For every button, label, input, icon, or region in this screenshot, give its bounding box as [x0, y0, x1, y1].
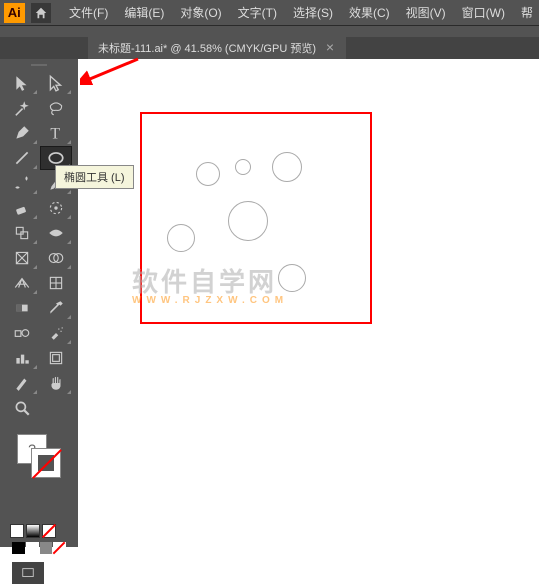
- swatch-none[interactable]: [53, 542, 66, 554]
- blend-tool[interactable]: [6, 321, 38, 345]
- color-mode-gradient[interactable]: [26, 524, 40, 538]
- color-section: ?: [0, 434, 78, 584]
- zoom-tool[interactable]: [6, 396, 38, 420]
- canvas[interactable]: [78, 59, 539, 547]
- rotate-tool[interactable]: [40, 196, 72, 220]
- direct-selection-tool[interactable]: [40, 71, 72, 95]
- stroke-swatch[interactable]: [31, 448, 61, 478]
- scale-tool[interactable]: [6, 221, 38, 245]
- menu-object[interactable]: 对象(O): [174, 2, 227, 23]
- swatch-white[interactable]: [26, 542, 39, 554]
- ellipse-shape[interactable]: [196, 162, 220, 186]
- menu-select[interactable]: 选择(S): [287, 2, 339, 23]
- symbol-sprayer-tool[interactable]: [40, 321, 72, 345]
- selection-tool[interactable]: [6, 71, 38, 95]
- column-graph-tool[interactable]: [6, 346, 38, 370]
- color-mode-solid[interactable]: [10, 524, 24, 538]
- paintbrush-tool[interactable]: [6, 171, 38, 195]
- free-transform-tool[interactable]: [6, 246, 38, 270]
- app-logo: Ai: [4, 3, 25, 23]
- mesh-tool[interactable]: [40, 271, 72, 295]
- eyedropper-tool[interactable]: [40, 296, 72, 320]
- fill-stroke-control[interactable]: ?: [17, 434, 61, 478]
- tab-close-icon[interactable]: ×: [324, 42, 336, 54]
- tab-bar: 未标题-111.ai* @ 41.58% (CMYK/GPU 预览) ×: [0, 37, 539, 59]
- swatch-gray[interactable]: [40, 542, 53, 554]
- shape-builder-tool[interactable]: [40, 246, 72, 270]
- width-tool[interactable]: [40, 221, 72, 245]
- svg-text:T: T: [50, 126, 60, 142]
- lasso-tool[interactable]: [40, 96, 72, 120]
- menu-view[interactable]: 视图(V): [400, 2, 452, 23]
- tool-tooltip: 椭圆工具 (L): [55, 165, 134, 189]
- line-segment-tool[interactable]: [6, 146, 38, 170]
- eraser-tool[interactable]: [6, 196, 38, 220]
- ellipse-shape[interactable]: [272, 152, 302, 182]
- slice-tool[interactable]: [6, 371, 38, 395]
- gradient-tool[interactable]: [6, 296, 38, 320]
- menu-bar: 文件(F) 编辑(E) 对象(O) 文字(T) 选择(S) 效果(C) 视图(V…: [63, 2, 539, 23]
- menu-window[interactable]: 窗口(W): [456, 2, 511, 23]
- menu-file[interactable]: 文件(F): [63, 2, 114, 23]
- type-tool[interactable]: T: [40, 121, 72, 145]
- screen-mode-button[interactable]: [12, 562, 44, 584]
- tab-title: 未标题-111.ai* @ 41.58% (CMYK/GPU 预览): [98, 40, 316, 56]
- menu-help[interactable]: 帮: [515, 2, 539, 23]
- hand-tool[interactable]: [40, 371, 72, 395]
- magic-wand-tool[interactable]: [6, 96, 38, 120]
- home-icon[interactable]: [31, 3, 52, 23]
- ellipse-shape[interactable]: [235, 159, 251, 175]
- ellipse-shape[interactable]: [228, 201, 268, 241]
- empty-tool-slot: [40, 396, 72, 420]
- panel-grip-icon[interactable]: [0, 61, 78, 69]
- ellipse-shape[interactable]: [278, 264, 306, 292]
- artboard-tool[interactable]: [40, 346, 72, 370]
- document-tab[interactable]: 未标题-111.ai* @ 41.58% (CMYK/GPU 预览) ×: [88, 37, 346, 59]
- menu-effect[interactable]: 效果(C): [343, 2, 396, 23]
- pen-tool[interactable]: [6, 121, 38, 145]
- swatch-black[interactable]: [12, 542, 25, 554]
- menu-edit[interactable]: 编辑(E): [118, 2, 170, 23]
- menu-type[interactable]: 文字(T): [232, 2, 283, 23]
- options-bar: [0, 25, 539, 37]
- color-mode-none[interactable]: [42, 524, 56, 538]
- toolbox: T ?: [0, 59, 78, 547]
- perspective-grid-tool[interactable]: [6, 271, 38, 295]
- ellipse-shape[interactable]: [167, 224, 195, 252]
